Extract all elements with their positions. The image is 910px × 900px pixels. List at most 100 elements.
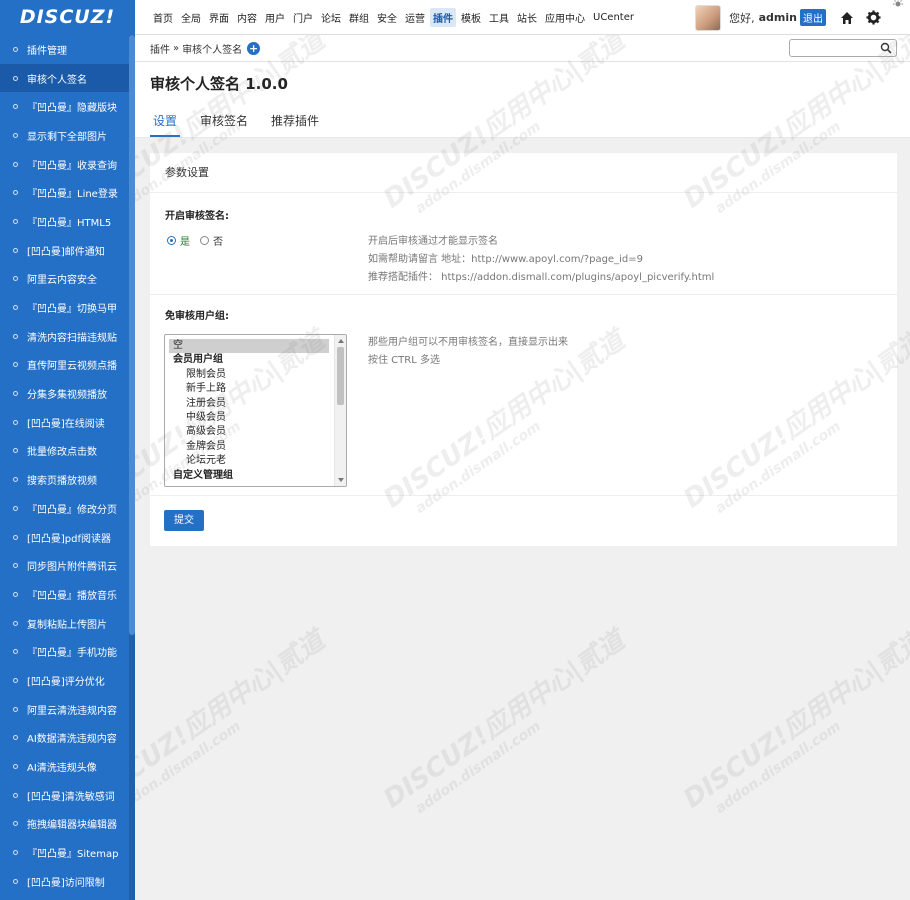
sidebar-item[interactable]: 清洗内容扫描违规贴 [0, 322, 129, 351]
bullet-icon [13, 218, 18, 224]
option[interactable]: 金牌会员 [169, 440, 329, 454]
option[interactable]: 空 [169, 339, 329, 354]
radio-yes[interactable] [167, 236, 176, 245]
topnav-item[interactable]: 群组 [346, 8, 372, 27]
sidebar-item[interactable]: [凹凸曼]评分优化 [0, 666, 129, 695]
option[interactable]: 新手上路 [169, 382, 329, 396]
sidebar-item[interactable]: [凹凸曼]邮件通知 [0, 236, 129, 265]
bullet-icon [13, 333, 18, 339]
search-icon[interactable] [880, 42, 892, 54]
sidebar-item[interactable]: AI清洗违规头像 [0, 752, 129, 781]
option[interactable]: 限制会员 [169, 368, 329, 382]
sidebar-item[interactable]: 阿里云内容安全 [0, 265, 129, 294]
sidebar-item[interactable]: 搜索页播放视频 [0, 465, 129, 494]
sidebar-item[interactable]: 『凹凸曼』修改分页 [0, 494, 129, 523]
search-input[interactable] [789, 39, 897, 57]
topnav-item[interactable]: 运营 [402, 8, 428, 27]
sidebar-item[interactable]: 插件管理 [0, 35, 129, 64]
sidebar-item[interactable]: AI数据清洗违规内容 [0, 724, 129, 753]
sidebar-item[interactable]: 直传阿里云视频点播 [0, 351, 129, 380]
topnav-item[interactable]: 首页 [150, 8, 176, 27]
topnav-item[interactable]: 门户 [290, 8, 316, 27]
sidebar-item[interactable]: 批量修改点击数 [0, 437, 129, 466]
topnav-item[interactable]: 界面 [206, 8, 232, 27]
radio-no-label[interactable]: 否 [213, 233, 223, 248]
sidebar-item[interactable]: [凹凸曼]访问限制 [0, 867, 129, 896]
sidebar-item[interactable]: 『凹凸曼』收录查询 [0, 150, 129, 179]
sidebar-scrollbar[interactable] [129, 35, 135, 900]
option[interactable]: 高级会员 [169, 425, 329, 439]
sidebar-item-label: 『凹凸曼』HTML5 [27, 217, 112, 229]
sidebar-item[interactable]: 『凹凸曼』Line登录 [0, 178, 129, 207]
submit-button[interactable]: 提交 [164, 510, 204, 531]
enable-review-radios: 是 否 [167, 233, 223, 248]
sidebar-item[interactable]: 显示剩下全部图片 [0, 121, 129, 150]
sidebar-item[interactable]: 『凹凸曼』播放音乐 [0, 580, 129, 609]
listbox-scroll-thumb[interactable] [337, 347, 344, 405]
topnav-item[interactable]: 论坛 [318, 8, 344, 27]
sidebar-item[interactable]: [凹凸曼]pdf阅读器 [0, 523, 129, 552]
option[interactable]: 论坛元老 [169, 454, 329, 468]
logout-button[interactable]: 退出 [800, 9, 826, 26]
topnav-item[interactable]: 用户 [262, 8, 288, 27]
avatar[interactable] [695, 4, 722, 31]
sidebar-item-label: 复制粘贴上传图片 [27, 619, 107, 631]
sidebar-item[interactable]: [凹凸曼]清洗敏感词 [0, 781, 129, 810]
bullet-icon [13, 764, 18, 770]
sidebar-item[interactable]: [凹凸曼]在线阅读 [0, 408, 129, 437]
topnav-item[interactable]: 安全 [374, 8, 400, 27]
exempt-groups-select[interactable]: 空会员用户组 限制会员 新手上路 注册会员 中级会员 高级会员 金牌会员 论坛元老 自定义管理组 [164, 334, 347, 487]
sidebar-item-label: 清洗内容扫描违规贴 [27, 332, 117, 344]
scroll-down-arrow-icon[interactable] [338, 478, 344, 482]
greeting-text: 您好, [729, 11, 755, 25]
help-line: 如需帮助请留言 地址：http://www.apoyl.com/?page_id… [368, 254, 643, 265]
tab[interactable]: 设置 [150, 110, 181, 137]
topnav-item[interactable]: 应用中心 [542, 8, 588, 27]
sidebar-item[interactable]: 拖拽编辑器块编辑器 [0, 810, 129, 839]
option[interactable]: 注册会员 [169, 397, 329, 411]
panel-title: 参数设置 [150, 153, 897, 193]
listbox-scrollbar[interactable] [334, 335, 346, 486]
sidebar-item-label: 分集多集视频播放 [27, 390, 107, 402]
page-tabs: 设置 审核签名 推荐插件 [150, 110, 339, 137]
sidebar-item[interactable]: 『凹凸曼』切换马甲 [0, 293, 129, 322]
sidebar-item[interactable]: 『凹凸曼』HTML5 [0, 207, 129, 236]
sidebar-item[interactable]: 同步图片附件腾讯云 [0, 551, 129, 580]
sidebar-item[interactable]: 阿里云清洗违规内容 [0, 695, 129, 724]
option-group[interactable]: 会员用户组 [169, 353, 329, 367]
divider [150, 495, 897, 496]
topnav-item[interactable]: 模板 [458, 8, 484, 27]
gear-icon[interactable] [862, 7, 884, 29]
tab[interactable]: 审核签名 [197, 110, 251, 137]
sidebar-item-label: [凹凸曼]pdf阅读器 [27, 533, 112, 545]
sidebar-item[interactable]: 分集多集视频播放 [0, 379, 129, 408]
topnav-item[interactable]: 站长 [514, 8, 540, 27]
topnav-item[interactable]: 插件 [430, 8, 456, 27]
bullet-icon [13, 448, 18, 454]
topnav-item[interactable]: 内容 [234, 8, 260, 27]
topnav-item[interactable]: UCenter [590, 10, 637, 25]
radio-no[interactable] [200, 236, 209, 245]
tab[interactable]: 推荐插件 [268, 110, 322, 137]
discuz-logo[interactable]: DISCUZ! [0, 0, 135, 35]
radio-yes-label[interactable]: 是 [180, 233, 190, 248]
moon-icon[interactable] [888, 0, 910, 35]
sidebar-item[interactable]: 『凹凸曼』隐藏版块 [0, 92, 129, 121]
sidebar-item-label: [凹凸曼]访问限制 [27, 877, 105, 889]
sidebar-item[interactable]: 『凹凸曼』手机功能 [0, 637, 129, 666]
scroll-up-arrow-icon[interactable] [338, 339, 344, 343]
sidebar-item-label: 阿里云清洗违规内容 [27, 705, 117, 717]
bullet-icon [13, 305, 18, 311]
topnav-item[interactable]: 全局 [178, 8, 204, 27]
sidebar-item[interactable]: 『凹凸曼』Sitemap [0, 838, 129, 867]
watermark: DISCUZ!应用中心|贰道addon.dismall.com [135, 621, 340, 829]
sidebar-item[interactable]: 审核个人签名 [0, 63, 129, 93]
home-icon[interactable] [836, 7, 858, 29]
breadcrumb-parent[interactable]: 插件 [150, 41, 170, 56]
sidebar-item[interactable]: 复制粘贴上传图片 [0, 609, 129, 638]
add-shortcut-icon[interactable]: + [247, 42, 261, 55]
topnav-item[interactable]: 工具 [486, 8, 512, 27]
option[interactable]: 中级会员 [169, 411, 329, 425]
option-group[interactable]: 自定义管理组 [169, 469, 329, 483]
bullet-icon [13, 161, 18, 167]
